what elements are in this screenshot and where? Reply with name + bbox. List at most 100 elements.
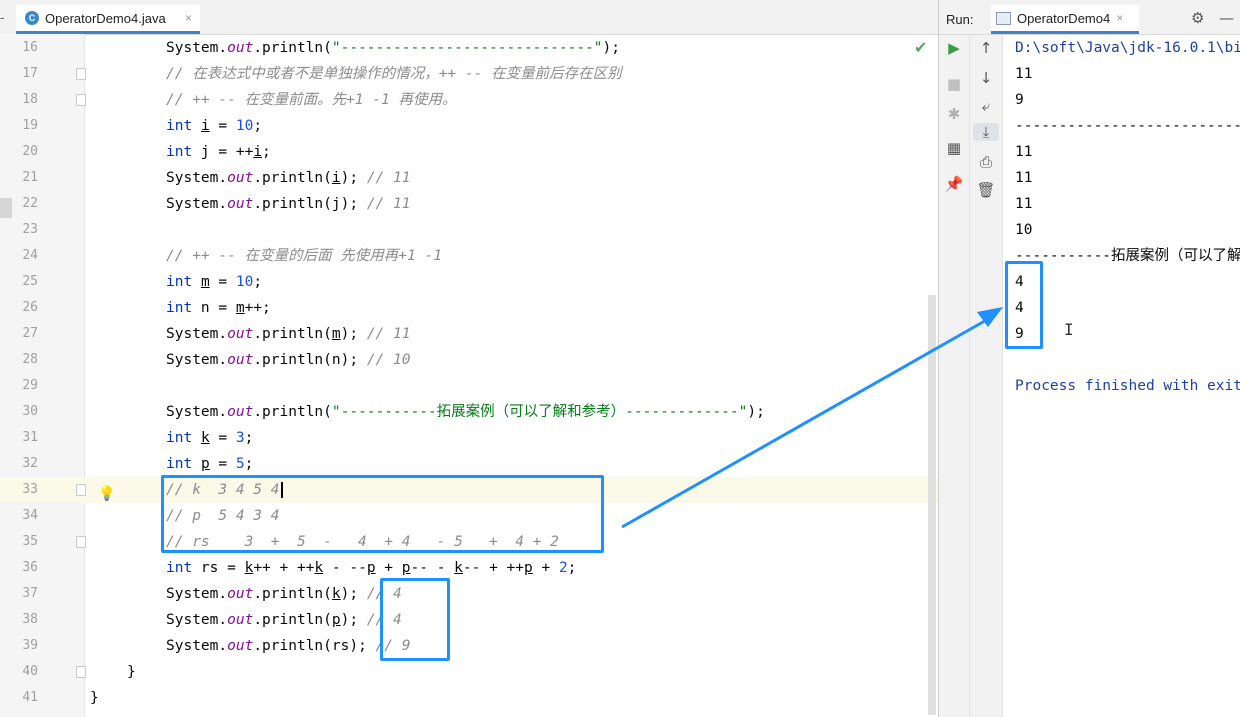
tab-operatordemo4-java[interactable]: C OperatorDemo4.java × [16, 5, 200, 34]
code-line[interactable]: 39 System.out.println(rs); // 9 [0, 633, 938, 659]
line-number[interactable]: 36 [0, 555, 38, 581]
code-line[interactable]: 21 System.out.println(i); // 11 [0, 165, 938, 191]
code-line[interactable]: 29 [0, 373, 938, 399]
code-line[interactable]: 41} [0, 685, 938, 711]
line-number[interactable]: 23 [0, 217, 38, 243]
line-number[interactable]: 29 [0, 373, 38, 399]
line-number[interactable]: 41 [0, 685, 38, 711]
fold-marker-icon[interactable] [76, 666, 86, 678]
editor-scrollbar[interactable] [928, 295, 936, 715]
fold-marker-icon[interactable] [76, 536, 86, 548]
stop-icon[interactable]: ■ [941, 75, 967, 93]
code-line[interactable]: 25 int m = 10; [0, 269, 938, 295]
fold-marker-icon[interactable] [76, 68, 86, 80]
pin-icon[interactable]: 📌 [941, 175, 967, 193]
close-icon[interactable]: × [185, 11, 192, 25]
line-number[interactable]: 40 [0, 659, 38, 685]
code-token: ; [253, 118, 263, 134]
code-token: out [227, 612, 254, 628]
code-line[interactable]: 23 [0, 217, 938, 243]
code-token: ); [747, 404, 765, 420]
run-icon[interactable]: ▶ [941, 39, 967, 57]
code-token: int [166, 560, 193, 576]
line-number[interactable]: 19 [0, 113, 38, 139]
line-number[interactable]: 27 [0, 321, 38, 347]
code-token: int [166, 456, 193, 472]
line-number[interactable]: 22 [0, 191, 38, 217]
code-token: out [227, 586, 254, 602]
code-line[interactable]: 31 int k = 3; [0, 425, 938, 451]
print-icon[interactable]: ⎙ [973, 153, 999, 171]
code-text: System.out.println(i); // 11 [166, 165, 410, 191]
line-number[interactable]: 31 [0, 425, 38, 451]
code-token: = [209, 118, 236, 134]
run-label: Run: [946, 12, 974, 27]
line-number[interactable]: 37 [0, 581, 38, 607]
line-number[interactable]: 26 [0, 295, 38, 321]
code-line[interactable]: 24 // ++ -- 在变量的后面 先使用再+1 -1 [0, 243, 938, 269]
code-token: "-----------拓展案例（可以了解和参考）-------------" [331, 404, 748, 420]
code-line[interactable]: 27 System.out.println(m); // 11 [0, 321, 938, 347]
code-text: System.out.println(m); // 11 [166, 321, 410, 347]
code-line[interactable]: 16 System.out.println("------------------… [0, 35, 938, 61]
line-number[interactable]: 34 [0, 503, 38, 529]
code-line[interactable]: 18 // ++ -- 在变量前面。先+1 -1 再使用。 [0, 87, 938, 113]
code-line[interactable]: 26 int n = m++; [0, 295, 938, 321]
code-token: k [331, 586, 341, 602]
line-number[interactable]: 35 [0, 529, 38, 555]
up-arrow-icon[interactable]: ↑ [973, 39, 999, 57]
code-token: ++; [244, 300, 271, 316]
code-line[interactable]: 38 System.out.println(p); // 4 [0, 607, 938, 633]
line-number[interactable]: 38 [0, 607, 38, 633]
code-line[interactable]: 37 System.out.println(k); // 4 [0, 581, 938, 607]
code-token: ; [262, 144, 271, 160]
trash-icon[interactable]: 🗑 [973, 181, 999, 199]
fold-marker-icon[interactable] [76, 484, 86, 496]
line-number[interactable]: 28 [0, 347, 38, 373]
gear-icon[interactable]: ⚙ [1191, 9, 1204, 27]
code-line[interactable]: 30 System.out.println("-----------拓展案例（可以… [0, 399, 938, 425]
code-line[interactable]: 17 // 在表达式中或者不是单独操作的情况，++ -- 在变量前后存在区别 [0, 61, 938, 87]
code-token: j = ++ [192, 144, 254, 160]
line-number[interactable]: 39 [0, 633, 38, 659]
line-number[interactable]: 16 [0, 35, 38, 61]
line-number[interactable]: 17 [0, 61, 38, 87]
line-number[interactable]: 24 [0, 243, 38, 269]
checkmark-icon: ✔ [914, 38, 928, 57]
scroll-to-end-icon[interactable]: ⤓ [973, 123, 999, 141]
code-token: System. [166, 404, 228, 420]
down-arrow-icon[interactable]: ↓ [973, 69, 999, 87]
code-token: k [200, 430, 210, 446]
line-number[interactable]: 20 [0, 139, 38, 165]
code-text: System.out.println("--------------------… [166, 35, 620, 61]
code-line[interactable]: 20 int j = ++i; [0, 139, 938, 165]
console-line: ------------------------------- [1015, 118, 1240, 134]
code-text: System.out.println(p); // 4 [166, 607, 402, 633]
run-tab-operatordemo4[interactable]: OperatorDemo4 × [991, 5, 1139, 34]
line-number[interactable]: 32 [0, 451, 38, 477]
line-number[interactable]: 30 [0, 399, 38, 425]
code-line[interactable]: 28 System.out.println(n); // 10 [0, 347, 938, 373]
code-token: ); [340, 170, 367, 186]
code-line[interactable]: 40} [0, 659, 938, 685]
console-output[interactable]: D:\soft\Java\jdk-16.0.1\bin\java.exe 11 9 -… [1003, 35, 1240, 717]
close-icon[interactable]: × [1116, 11, 1123, 25]
line-number[interactable]: 21 [0, 165, 38, 191]
left-panel-stub[interactable]: - [0, 10, 4, 25]
code-line[interactable]: 32 int p = 5; [0, 451, 938, 477]
console-line: -----------拓展案例（可以了解和参考） [1015, 248, 1240, 264]
code-line[interactable]: 36 int rs = k++ + ++k - --p + p-- - k-- +… [0, 555, 938, 581]
minimize-icon[interactable]: — [1219, 9, 1234, 27]
debug-icon[interactable]: ✱ [941, 105, 967, 123]
layout-icon[interactable]: ▦ [941, 139, 967, 157]
fold-marker-icon[interactable] [76, 94, 86, 106]
code-line[interactable]: 19 int i = 10; [0, 113, 938, 139]
code-line[interactable]: 22 System.out.println(j); // 11 [0, 191, 938, 217]
line-number[interactable]: 18 [0, 87, 38, 113]
code-token: 10 [235, 274, 254, 290]
soft-wrap-icon[interactable]: ⤶ [973, 97, 999, 115]
line-number[interactable]: 33 [0, 477, 38, 503]
line-number[interactable]: 25 [0, 269, 38, 295]
